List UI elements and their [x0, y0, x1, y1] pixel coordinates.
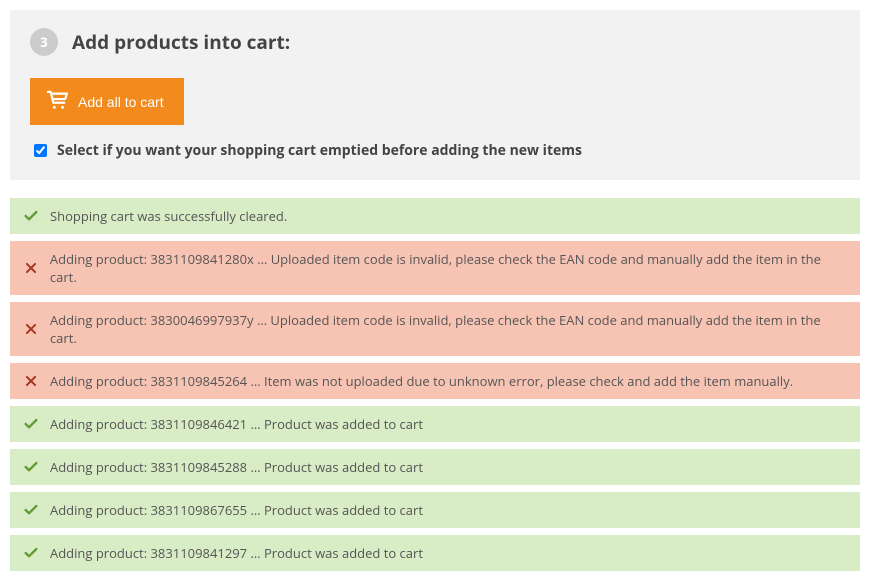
add-all-to-cart-label: Add all to cart [78, 94, 164, 110]
step-header: 3 Add products into cart: [30, 28, 840, 56]
message-text: Adding product: 3831109841280x … Uploade… [50, 250, 848, 286]
message-text: Adding product: 3831109845288 … Product … [50, 458, 423, 476]
message-text: Adding product: 3831109845264 … Item was… [50, 372, 793, 390]
empty-cart-checkbox-label[interactable]: Select if you want your shopping cart em… [57, 141, 582, 160]
message-text: Adding product: 3831109846421 … Product … [50, 415, 423, 433]
message-row: Adding product: 3831109867655 … Product … [10, 492, 860, 528]
message-text: Adding product: 3831109841297 … Product … [50, 544, 423, 562]
message-text: Adding product: 3831109867655 … Product … [50, 501, 423, 519]
add-all-to-cart-button[interactable]: Add all to cart [30, 78, 184, 125]
messages-list: Shopping cart was successfully cleared. A… [10, 198, 860, 571]
message-row: Shopping cart was successfully cleared. [10, 198, 860, 234]
empty-cart-checkbox[interactable] [34, 144, 47, 157]
check-icon [22, 502, 40, 518]
message-row: Adding product: 3831109845264 … Item was… [10, 363, 860, 399]
step-title: Add products into cart: [72, 29, 290, 55]
cross-icon [22, 322, 40, 336]
empty-cart-checkbox-row: Select if you want your shopping cart em… [30, 141, 840, 160]
check-icon [22, 459, 40, 475]
step-panel: 3 Add products into cart: Add all to car… [10, 10, 860, 180]
message-text: Shopping cart was successfully cleared. [50, 207, 287, 225]
check-icon [22, 416, 40, 432]
check-icon [22, 208, 40, 224]
message-text: Adding product: 3830046997937y … Uploade… [50, 311, 848, 347]
cart-icon [46, 90, 78, 113]
step-number-badge: 3 [30, 28, 58, 56]
message-row: Adding product: 3831109841297 … Product … [10, 535, 860, 571]
message-row: Adding product: 3831109846421 … Product … [10, 406, 860, 442]
message-row: Adding product: 3831109841280x … Uploade… [10, 241, 860, 295]
message-row: Adding product: 3830046997937y … Uploade… [10, 302, 860, 356]
cross-icon [22, 374, 40, 388]
cross-icon [22, 261, 40, 275]
message-row: Adding product: 3831109845288 … Product … [10, 449, 860, 485]
check-icon [22, 545, 40, 561]
